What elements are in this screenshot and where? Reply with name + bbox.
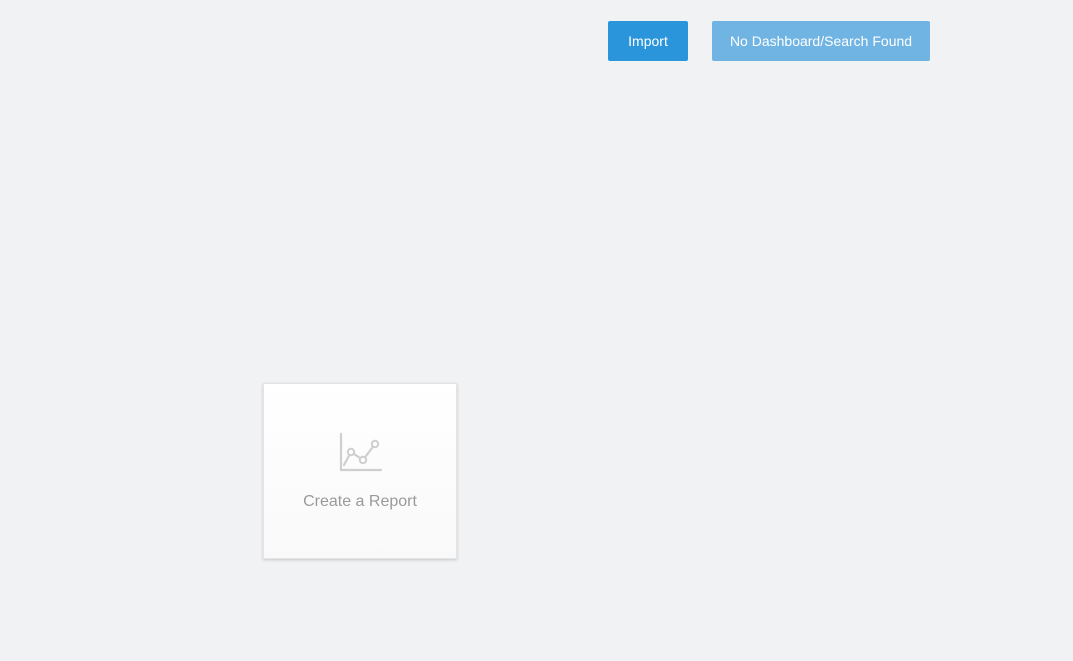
import-button[interactable]: Import bbox=[608, 21, 688, 61]
no-dashboard-search-found-button[interactable]: No Dashboard/Search Found bbox=[712, 21, 930, 61]
toolbar: Import No Dashboard/Search Found bbox=[0, 21, 1073, 61]
create-report-card[interactable]: Create a Report bbox=[263, 383, 457, 559]
create-report-label: Create a Report bbox=[303, 493, 417, 510]
line-chart-icon bbox=[339, 432, 383, 476]
